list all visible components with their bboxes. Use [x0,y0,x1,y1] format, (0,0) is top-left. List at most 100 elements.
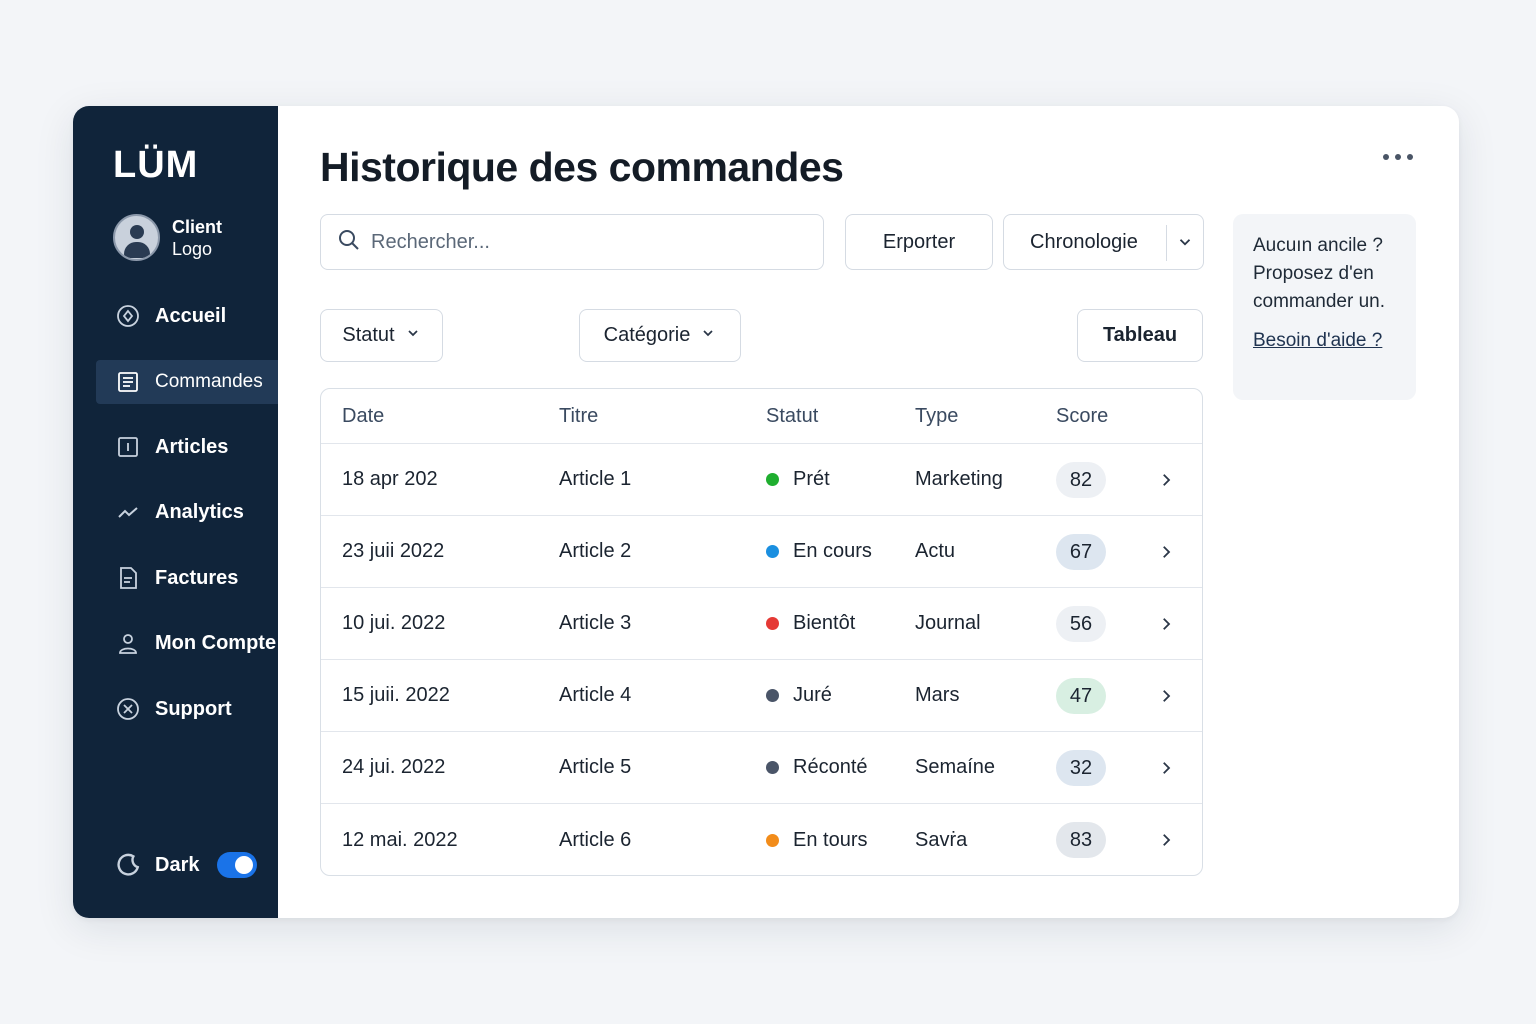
article-icon [115,434,141,460]
column-header-score[interactable]: Score [1056,405,1136,428]
sidebar-item-accueil[interactable]: Accueil [73,294,278,338]
status-label: Prét [793,468,830,490]
table-row[interactable]: 23 juii 2022 Article 2 En cours Actu 67 [321,516,1202,588]
sidebar-item-factures[interactable]: Factures [73,556,278,600]
cell-type: Journal [915,612,981,634]
avatar [113,214,160,261]
cell-date: 15 juii. 2022 [342,684,450,706]
sidebar-item-articles[interactable]: Articles [73,425,278,469]
cell-date: 10 jui. 2022 [342,612,446,634]
more-options-icon[interactable] [1383,154,1413,160]
cell-date: 18 apr 202 [342,468,438,490]
sidebar-item-label: Commandes [155,370,263,392]
score-badge: 83 [1056,822,1106,858]
status-label: En tours [793,828,868,851]
cell-title: Article 3 [559,612,632,634]
cell-title: Article 4 [559,684,632,706]
help-link[interactable]: Besoin d'aide ? [1253,330,1396,352]
help-card: Aucuın ancile ? Proposez d'en commander … [1233,214,1416,400]
cell-date: 12 mai. 2022 [342,828,458,851]
table-row[interactable]: 15 juii. 2022 Article 4 Juré Mars 47 [321,660,1202,732]
user-icon [115,631,141,657]
status-label: Réconté [793,756,868,778]
chevron-right-icon[interactable] [1136,759,1196,777]
column-header-status[interactable]: Statut [766,405,915,428]
cell-score: 47 [1056,677,1136,714]
sidebar-nav: Accueil Commandes Articles Analytics Fac… [73,294,278,753]
status-label: Juré [793,684,832,706]
status-filter[interactable]: Statut [320,309,443,362]
status-dot [766,473,779,486]
chevron-right-icon[interactable] [1136,543,1196,561]
sidebar-item-label: Mon Compte [155,632,277,654]
cell-date: 23 juii 2022 [342,540,445,562]
home-icon [115,303,141,329]
chevron-right-icon[interactable] [1136,471,1196,489]
status-dot [766,689,779,702]
category-filter[interactable]: Catégorie [579,309,741,362]
sidebar-item-analytics[interactable]: Analytics [73,491,278,535]
score-badge: 67 [1056,533,1106,570]
search-icon [337,228,361,257]
sidebar-item-support[interactable]: Support [73,687,278,731]
cell-status: Bientôt [766,612,915,635]
invoice-icon [115,565,141,591]
chevron-down-icon [1176,233,1194,257]
cell-status: Prét [766,468,915,491]
table-row[interactable]: 24 jui. 2022 Article 5 Réconté Semaíne 32 [321,732,1202,804]
cell-score: 83 [1056,822,1136,858]
cell-type: Mars [915,684,960,706]
cell-status: Juré [766,684,915,707]
chevron-right-icon[interactable] [1136,615,1196,633]
sidebar-item-label: Support [155,697,232,720]
sidebar-item-commandes[interactable]: Commandes [96,359,278,404]
cell-status: En cours [766,540,915,563]
table-row[interactable]: 18 apr 202 Article 1 Prét Marketing 82 [321,444,1202,516]
status-dot [766,545,779,558]
theme-label: Dark [155,853,200,876]
dark-mode-toggle[interactable] [217,852,258,878]
table-header: Date Titre Statut Type Score [321,389,1202,444]
search-input[interactable] [371,230,791,254]
cell-title: Article 5 [559,756,632,778]
sidebar-item-label: Analytics [155,501,244,523]
view-toggle-button[interactable]: Tableau [1077,309,1203,362]
column-header-date[interactable]: Date [321,405,559,428]
cell-type: Actu [915,540,956,562]
score-badge: 56 [1056,605,1106,642]
client-profile[interactable]: Client Logo [113,214,222,261]
cell-score: 67 [1056,533,1136,570]
category-filter-label: Catégorie [603,324,691,346]
sidebar-item-mon-compte[interactable]: Mon Compte [73,622,278,666]
cell-status: En tours [766,829,915,852]
status-label: Bientôt [793,612,856,634]
status-label: En cours [793,540,872,562]
support-icon [115,696,141,722]
status-dot [766,761,779,774]
column-header-type[interactable]: Type [915,405,1056,428]
cell-date: 24 jui. 2022 [342,756,446,778]
help-text: Aucuın ancile ? Proposez d'en commander … [1253,235,1386,312]
chevron-down-icon [700,324,716,347]
sidebar-item-label: Accueil [155,304,227,327]
client-logo-label: Logo [172,238,213,259]
sidebar: LÜM Client Logo Accueil Commandes Articl… [73,106,278,918]
export-button[interactable]: Erporter [845,214,993,270]
status-dot [766,833,779,847]
cell-score: 32 [1056,749,1136,786]
column-header-title[interactable]: Titre [559,405,766,428]
chevron-right-icon[interactable] [1136,687,1196,705]
table-row[interactable]: 10 jui. 2022 Article 3 Bientôt Journal 56 [321,588,1202,660]
moon-icon [115,852,141,878]
cell-type: Marketing [915,468,1003,490]
sort-label: Chronologie [1030,230,1138,253]
cell-type: Semaíne [915,756,996,778]
table-row[interactable]: 12 mai. 2022 Article 6 En tours Savṙa 83 [321,804,1202,875]
status-dot [766,617,779,630]
search-box [320,214,824,270]
chevron-right-icon[interactable] [1136,831,1196,849]
client-name: Client [172,216,223,237]
status-filter-label: Statut [342,324,395,346]
sort-dropdown[interactable]: Chronologie [1003,214,1204,270]
score-badge: 82 [1056,461,1106,498]
